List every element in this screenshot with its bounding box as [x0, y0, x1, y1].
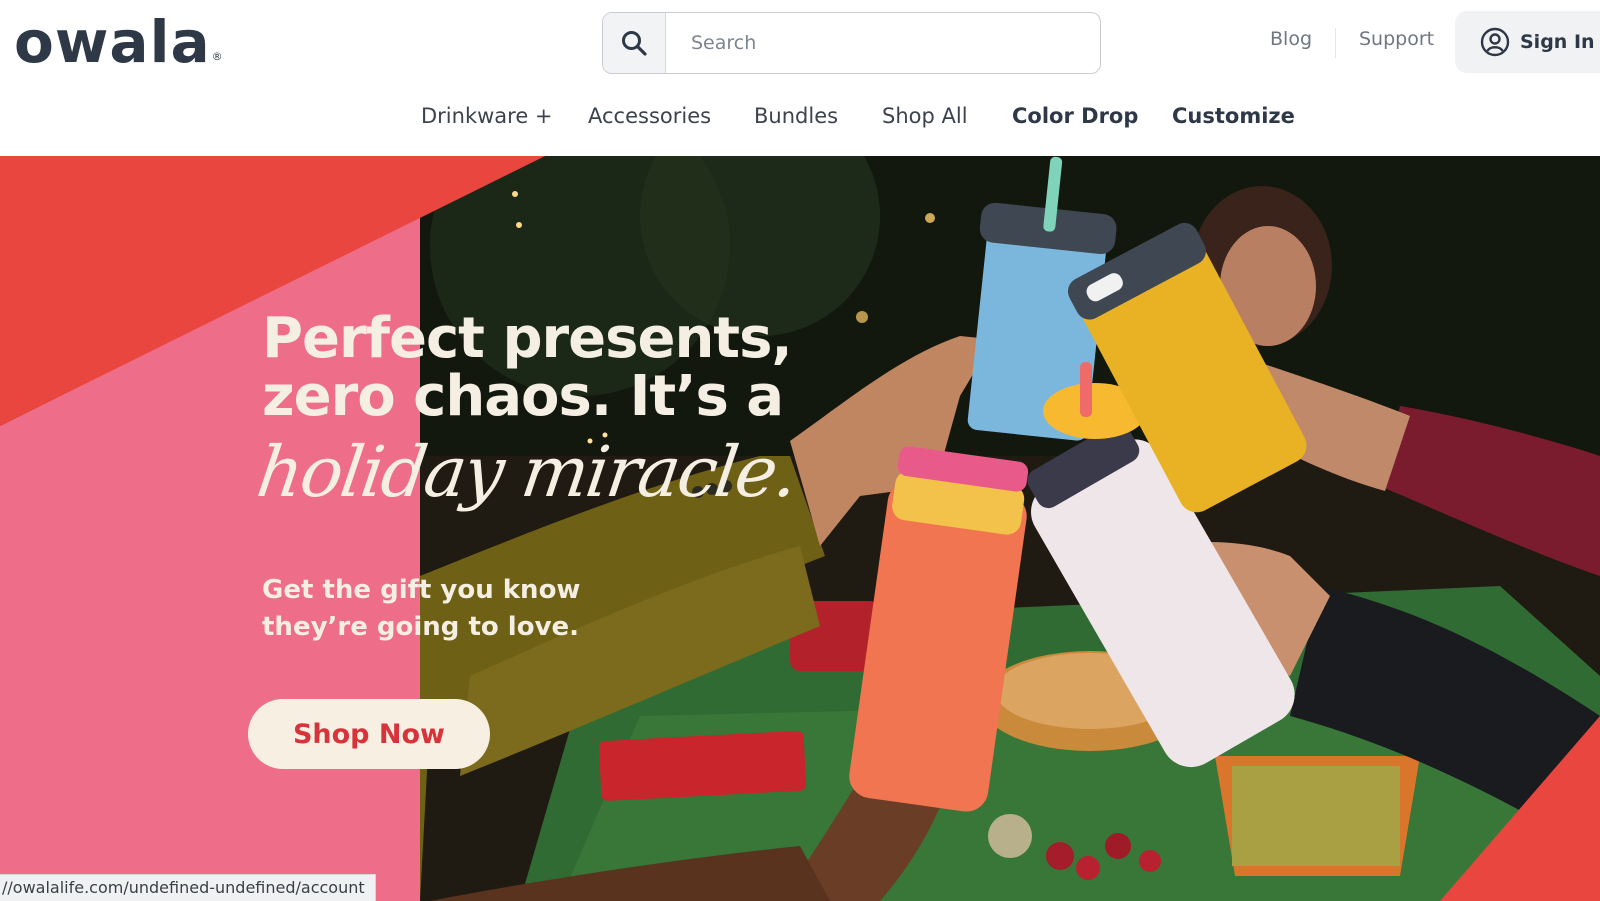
logo-registered-mark: ® [211, 50, 224, 63]
search-icon [622, 31, 647, 56]
shop-now-button[interactable]: Shop Now [248, 699, 490, 769]
user-circle-icon [1480, 27, 1510, 57]
nav-item-shop-all[interactable]: Shop All [882, 104, 968, 128]
sign-in-button[interactable]: Sign In [1455, 11, 1600, 73]
sign-in-label: Sign In [1520, 31, 1595, 53]
hero-headline-line1: Perfect presents, [262, 306, 793, 371]
browser-status-bar: //owalalife.com/undefined-undefined/acco… [0, 874, 376, 901]
support-link[interactable]: Support [1359, 28, 1434, 58]
hero-headline-line2: zero chaos. It’s a [262, 364, 784, 429]
main-nav: Drinkware + Accessories Bundles Shop All… [0, 104, 1600, 138]
blog-link[interactable]: Blog [1270, 28, 1312, 58]
nav-item-accessories[interactable]: Accessories [588, 104, 711, 128]
hero-headline-script: holiday miracle. [252, 431, 802, 513]
search-bar [602, 12, 1101, 74]
hero-headline: Perfect presents, zero chaos. It’s a [262, 306, 793, 429]
hero-image [0, 156, 1600, 901]
nav-item-customize[interactable]: Customize [1172, 104, 1295, 128]
site-header: owala® Blog Support Sign In Drinkware + … [0, 0, 1600, 155]
logo-text: owala [14, 8, 211, 76]
hero-subcopy-line2: they’re going to love. [262, 612, 580, 642]
owala-logo[interactable]: owala® [14, 8, 224, 76]
hero-subcopy: Get the gift you know they’re going to l… [262, 572, 580, 646]
search-button[interactable] [603, 13, 666, 73]
hero-subcopy-line1: Get the gift you know [262, 575, 581, 605]
nav-item-drinkware[interactable]: Drinkware + [421, 104, 553, 128]
nav-item-bundles[interactable]: Bundles [754, 104, 838, 128]
header-divider [1335, 28, 1336, 58]
nav-item-color-drop[interactable]: Color Drop [1012, 104, 1138, 128]
hero-banner: Perfect presents, zero chaos. It’s a hol… [0, 156, 1600, 901]
search-input[interactable] [667, 13, 1097, 73]
